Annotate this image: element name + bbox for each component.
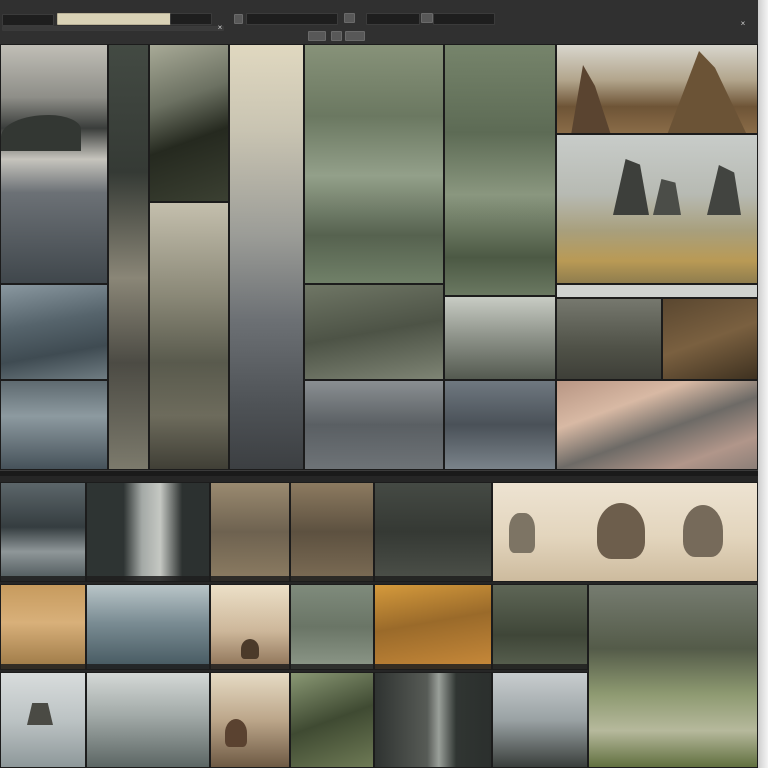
tile-lone-figure[interactable] — [210, 584, 290, 670]
progress-track — [2, 26, 224, 31]
tile-creatures-desert[interactable] — [492, 482, 758, 582]
toolbar-field-path[interactable] — [2, 14, 54, 26]
tile-sea-stacks[interactable] — [556, 134, 758, 284]
tile-gorge[interactable] — [374, 672, 492, 768]
tile-green-clouds[interactable] — [304, 44, 444, 284]
close-icon[interactable]: × — [216, 24, 224, 32]
toolbar-field-sort[interactable] — [246, 13, 338, 25]
tile-dark-waves[interactable] — [444, 380, 556, 470]
tile-dusky-fog[interactable] — [556, 298, 662, 380]
tile-golden-field[interactable] — [0, 584, 86, 670]
tile-coast-mist[interactable] — [0, 482, 86, 582]
tile-fire-clouds[interactable] — [374, 584, 492, 670]
toolbar-field-size[interactable] — [366, 13, 420, 25]
tile-green-haze[interactable] — [444, 44, 556, 296]
tile-forest-edge[interactable] — [492, 584, 588, 670]
toolbar-button-options[interactable] — [421, 13, 433, 23]
tile-dark-forest[interactable] — [374, 482, 492, 582]
tile-amber-forest[interactable] — [210, 482, 290, 582]
tile-brown-woods[interactable] — [662, 298, 758, 380]
tile-sage-hills[interactable] — [290, 584, 374, 670]
tile-misty-woods[interactable] — [588, 584, 758, 768]
tile-snow-castle[interactable] — [0, 672, 86, 768]
close-icon[interactable]: × — [739, 20, 747, 28]
tile-fog-waterfall[interactable] — [149, 202, 229, 470]
window-edge — [758, 0, 768, 768]
tile-stormy-sea[interactable] — [0, 284, 108, 380]
tile-rock-spires[interactable] — [556, 44, 758, 134]
image-gallery-app: × × — [0, 0, 758, 768]
tile-pink-clouds[interactable] — [556, 380, 758, 470]
tile-blue-peaks[interactable] — [86, 584, 210, 670]
tile-stormy-peak[interactable] — [0, 44, 108, 284]
toolbar-field-filter[interactable] — [170, 13, 212, 25]
tile-rough-water[interactable] — [304, 284, 444, 380]
tile-sepia-trees[interactable] — [290, 482, 374, 582]
tile-waves[interactable] — [0, 380, 108, 470]
tile-mist-forest[interactable] — [444, 296, 556, 380]
gallery-grid-bottom — [0, 476, 758, 768]
toolbar-field-zoom[interactable] — [433, 13, 495, 25]
tile-snowy-range[interactable] — [86, 672, 210, 768]
toolbar: × × — [0, 0, 758, 45]
toolbar-button-menu[interactable] — [344, 13, 355, 23]
tile-pale-strip[interactable] — [556, 284, 758, 298]
toolbar-button-filter[interactable] — [345, 31, 365, 41]
tile-dark-strip[interactable] — [108, 44, 149, 470]
list-view-icon[interactable] — [331, 31, 342, 41]
tile-sunlit-fog[interactable] — [229, 44, 304, 470]
toolbar-button-small[interactable] — [234, 14, 243, 24]
tile-cloud-cliff[interactable] — [492, 672, 588, 768]
tile-canyon[interactable] — [86, 482, 210, 582]
tile-misty-cliff[interactable] — [149, 44, 229, 202]
tile-mossy-slope[interactable] — [290, 672, 374, 768]
tile-wanderer[interactable] — [210, 672, 290, 768]
tile-grey-sea[interactable] — [304, 380, 444, 470]
search-input[interactable] — [57, 13, 171, 25]
gallery-grid-top — [0, 44, 758, 470]
grid-view-icon[interactable] — [308, 31, 326, 41]
